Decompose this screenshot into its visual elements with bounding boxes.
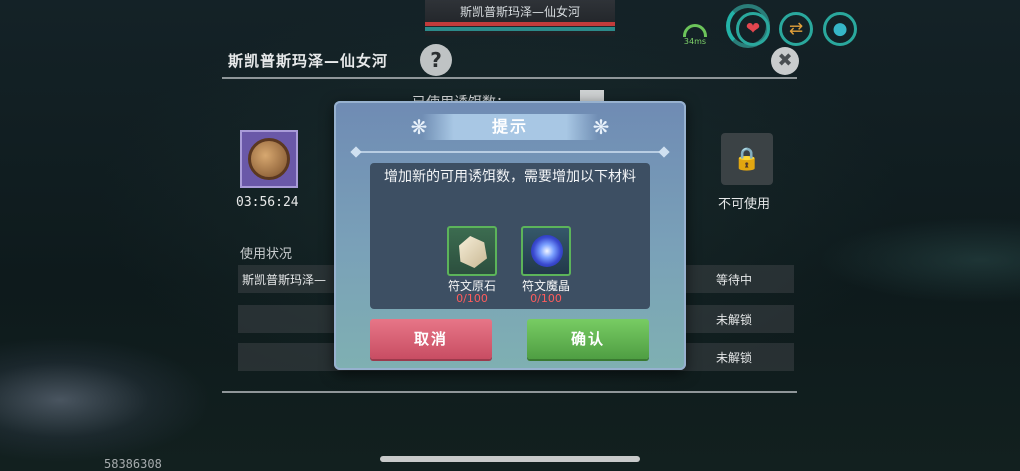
row-status: 未解锁 xyxy=(716,351,753,365)
ornament-right-icon: ❋ xyxy=(592,115,610,139)
location-banner: 斯凯普斯玛泽—仙女河 xyxy=(425,0,615,36)
lure-slot[interactable] xyxy=(240,130,298,188)
rune-crystal-icon xyxy=(531,235,563,267)
stamina-bar xyxy=(425,27,615,31)
material-count: 0/100 xyxy=(456,292,488,305)
dialog-divider xyxy=(352,151,668,153)
swap-icon[interactable]: ⇄ xyxy=(779,12,813,46)
close-icon[interactable]: ✖ xyxy=(771,47,799,75)
lock-icon: 🔒 xyxy=(733,146,761,172)
dialog-message: 增加新的可用诱饵数，需要增加以下材料 xyxy=(384,169,636,185)
network-latency: 34ms xyxy=(683,37,707,46)
home-indicator[interactable] xyxy=(380,456,640,462)
lure-timer: 03:56:24 xyxy=(236,195,299,210)
location-name: 斯凯普斯玛泽—仙女河 xyxy=(459,5,580,19)
prompt-dialog: ❋ 提示 ❋ 增加新的可用诱饵数，需要增加以下材料 符文原石 0/100 符文魔… xyxy=(334,101,686,370)
cancel-button[interactable]: 取消 xyxy=(370,319,492,359)
water-drop-icon[interactable]: ● xyxy=(823,12,857,46)
material-count: 0/100 xyxy=(530,292,562,305)
row-status: 等待中 xyxy=(716,273,753,287)
row-status: 未解锁 xyxy=(716,313,753,327)
material-slot-rune-crystal[interactable] xyxy=(521,226,571,276)
row-location: 斯凯普斯玛泽— xyxy=(242,273,327,287)
network-indicator: 34ms xyxy=(682,24,708,46)
player-id: 58386308 xyxy=(104,457,162,471)
locked-slot[interactable]: 🔒 xyxy=(721,133,773,185)
lure-item-icon xyxy=(248,138,290,180)
rune-stone-icon xyxy=(459,236,487,268)
panel-title: 斯凯普斯玛泽—仙女河 xyxy=(228,52,389,70)
material-slot-rune-stone[interactable] xyxy=(447,226,497,276)
health-bar xyxy=(425,22,615,26)
locked-slot-label: 不可使用 xyxy=(718,197,771,212)
heart-icon[interactable]: ❤ xyxy=(736,12,770,46)
usage-title: 使用状况 xyxy=(240,247,293,262)
panel-divider-top xyxy=(222,77,797,79)
wifi-icon xyxy=(683,24,707,37)
panel-divider-bottom xyxy=(222,391,797,393)
help-icon[interactable]: ? xyxy=(420,44,452,76)
confirm-button[interactable]: 确认 xyxy=(527,319,649,359)
dialog-title: 提示 xyxy=(422,114,598,140)
